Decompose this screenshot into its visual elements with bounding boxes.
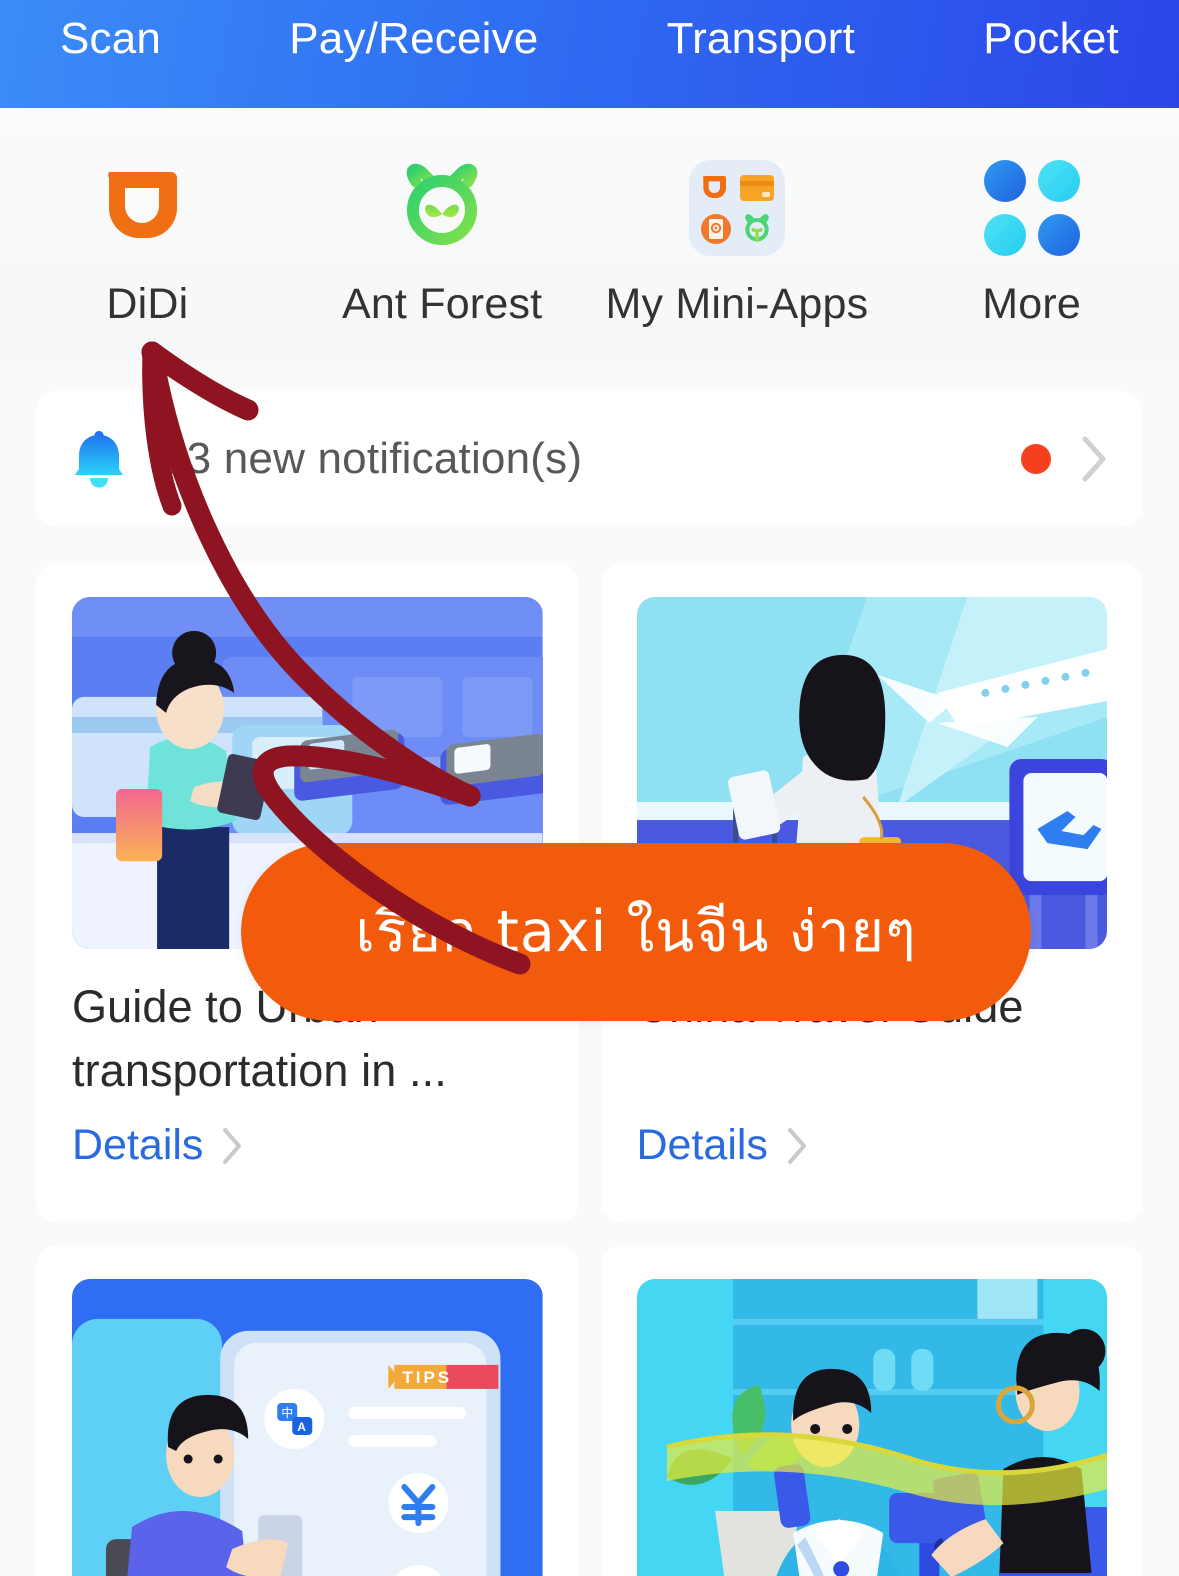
mini-didi-icon [698, 169, 735, 206]
content-sheet: DiDi Ant Forest My Mini-Apps More 53 new… [0, 108, 1179, 1576]
details-label: Details [636, 1121, 768, 1169]
app-shortcut-more[interactable]: More [884, 160, 1179, 329]
chevron-right-icon [784, 1125, 810, 1167]
notification-bar[interactable]: 53 new notification(s) [36, 391, 1143, 527]
article-card-grid: Guide to Urban transportation in ... Det… [36, 563, 1143, 1576]
app-shortcut-label: More [982, 280, 1082, 328]
nav-item-pay-receive[interactable]: Pay/Receive [289, 14, 538, 65]
app-shortcut-didi[interactable]: DiDi [0, 160, 295, 329]
chevron-right-icon[interactable] [1079, 434, 1109, 484]
more-dot [1037, 214, 1080, 256]
article-card[interactable] [600, 1245, 1143, 1576]
notification-badge-dot [1021, 444, 1051, 474]
details-link[interactable]: Details [637, 1121, 1108, 1170]
svg-text:TIPS: TIPS [402, 1368, 452, 1387]
my-mini-apps-icon [688, 160, 785, 256]
notification-text: 53 new notification(s) [162, 434, 583, 483]
top-nav-bar: Scan Pay/Receive Transport Pocket [0, 0, 1179, 118]
more-grid-icon [983, 160, 1080, 256]
nav-item-scan[interactable]: Scan [60, 14, 161, 65]
mini-document-icon [698, 210, 735, 247]
svg-text:中: 中 [281, 1405, 293, 1420]
more-dot [983, 160, 1026, 202]
more-dot [1037, 160, 1080, 202]
bell-icon [70, 428, 128, 490]
phone-tips-translate-illustration: TIPS 中 A [72, 1279, 543, 1576]
ant-forest-icon [394, 160, 490, 256]
app-shortcut-label: My Mini-Apps [605, 280, 869, 328]
app-shortcut-label: Ant Forest [341, 280, 543, 328]
app-shortcut-row: DiDi Ant Forest My Mini-Apps More [0, 108, 1179, 360]
details-link[interactable]: Details [72, 1121, 543, 1170]
details-label: Details [72, 1121, 204, 1169]
more-dot [983, 214, 1026, 256]
app-screen: Scan Pay/Receive Transport Pocket DiDi A… [0, 0, 1179, 1576]
nav-item-pocket[interactable]: Pocket [983, 14, 1119, 65]
didi-icon [99, 160, 195, 256]
chevron-right-icon [219, 1125, 245, 1167]
article-card[interactable]: TIPS 中 A [36, 1245, 579, 1576]
store-checkout-payment-illustration [636, 1279, 1107, 1576]
nav-item-transport[interactable]: Transport [667, 14, 855, 65]
svg-text:A: A [297, 1420, 306, 1434]
mini-ant-forest-icon [739, 210, 776, 247]
app-shortcut-my-mini-apps[interactable]: My Mini-Apps [590, 160, 885, 329]
mini-bank-card-icon [739, 169, 776, 206]
app-shortcut-label: DiDi [106, 280, 189, 328]
thai-promo-banner: เรียก taxi ในจีน ง่ายๆ [241, 843, 1031, 1021]
thai-promo-banner-text: เรียก taxi ในจีน ง่ายๆ [355, 899, 917, 965]
app-shortcut-ant-forest[interactable]: Ant Forest [295, 160, 590, 329]
